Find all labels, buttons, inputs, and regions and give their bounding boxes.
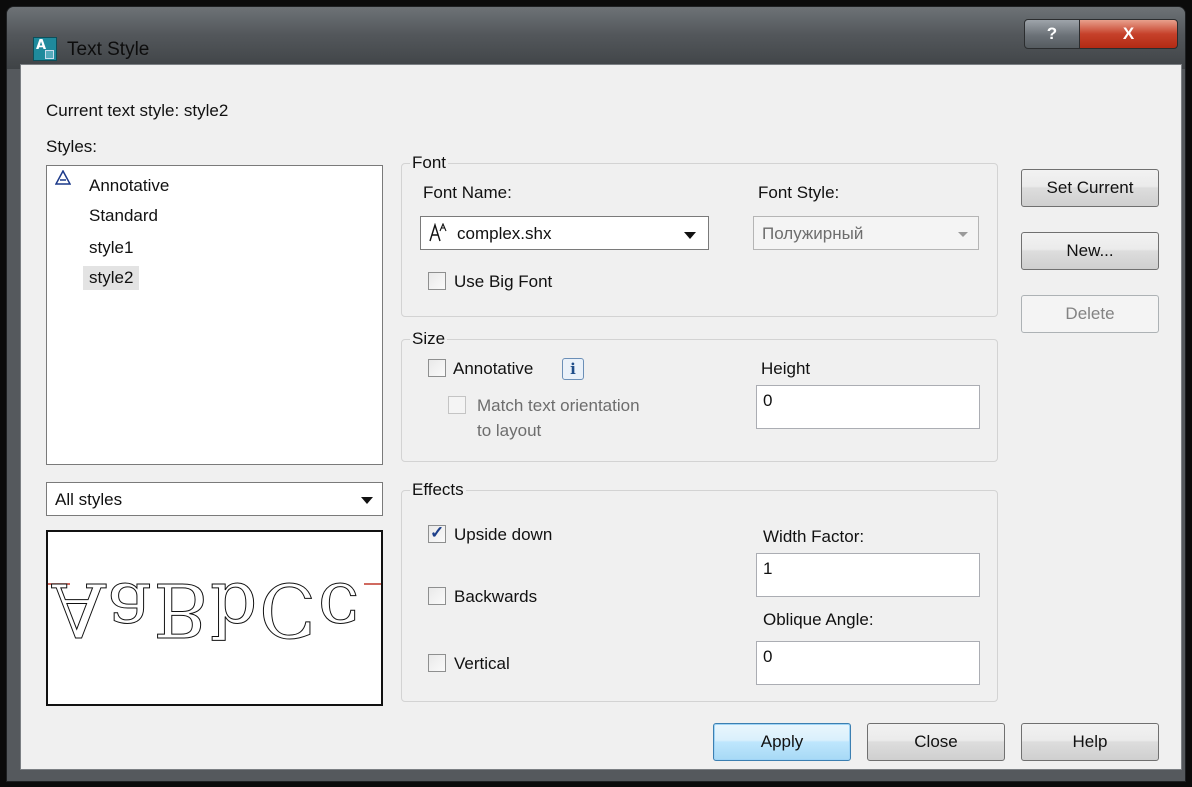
styles-filter-value: All styles xyxy=(55,490,123,509)
title-bar[interactable]: A Text Style ? X xyxy=(7,7,1185,69)
width-factor-value: 1 xyxy=(763,559,773,578)
annotative-icon xyxy=(54,169,72,191)
oblique-angle-label: Oblique Angle: xyxy=(763,610,874,629)
styles-filter-dropdown[interactable]: All styles xyxy=(46,482,383,516)
font-name-value: complex.shx xyxy=(457,224,552,243)
width-factor-input[interactable]: 1 xyxy=(756,553,980,597)
apply-button[interactable]: Apply xyxy=(713,723,851,761)
new-style-button[interactable]: New... xyxy=(1021,232,1159,270)
close-button[interactable]: Close xyxy=(867,723,1005,761)
oblique-angle-value: 0 xyxy=(763,647,773,666)
font-name-label: Font Name: xyxy=(423,183,512,202)
title-close-button[interactable]: X xyxy=(1079,19,1178,49)
set-current-button[interactable]: Set Current xyxy=(1021,169,1159,207)
list-item-annotative[interactable]: Annotative xyxy=(83,174,175,198)
width-factor-label: Width Factor: xyxy=(763,527,865,546)
annotative-label: Annotative xyxy=(453,359,534,378)
preview-canvas: AaBbCc xyxy=(48,566,381,653)
font-style-label: Font Style: xyxy=(758,183,840,202)
height-label: Height xyxy=(761,359,811,378)
size-group-title: Size xyxy=(410,329,448,349)
match-orientation-checkbox[interactable] xyxy=(448,396,466,414)
info-icon[interactable]: i xyxy=(562,358,584,380)
font-group-title: Font xyxy=(410,153,449,173)
font-name-dropdown[interactable]: complex.shx xyxy=(420,216,709,250)
vertical-checkbox[interactable] xyxy=(428,654,446,672)
oblique-angle-input[interactable]: 0 xyxy=(756,641,980,685)
checkmark-icon: ✓ xyxy=(430,523,445,542)
vertical-label: Vertical xyxy=(454,654,510,673)
backwards-label: Backwards xyxy=(454,587,538,606)
dialog-client-area: Current text style: style2 Styles: Annot… xyxy=(20,64,1182,770)
match-orientation-label: Match text orientation xyxy=(477,396,640,415)
chevron-down-icon[interactable] xyxy=(958,232,968,237)
shx-font-icon xyxy=(427,222,449,248)
preview-text: AaBbCc xyxy=(51,566,361,652)
use-big-font-label: Use Big Font xyxy=(454,272,553,291)
use-big-font-checkbox[interactable] xyxy=(428,272,446,290)
current-style-label: Current text style: style2 xyxy=(46,101,229,120)
styles-list[interactable]: Annotative Standard style1 style2 xyxy=(46,165,383,465)
annotative-checkbox[interactable] xyxy=(428,359,446,377)
upside-down-checkbox[interactable]: ✓ xyxy=(428,523,446,543)
match-orientation-label-line2: to layout xyxy=(477,421,542,440)
chevron-down-icon[interactable] xyxy=(684,232,696,239)
upside-down-label: Upside down xyxy=(454,525,553,544)
styles-label: Styles: xyxy=(46,137,98,156)
list-item-style2[interactable]: style2 xyxy=(83,266,140,290)
app-icon: A xyxy=(33,37,57,61)
font-style-dropdown[interactable]: Полужирный xyxy=(753,216,979,250)
list-item-standard[interactable]: Standard xyxy=(83,204,164,228)
list-item-style1[interactable]: style1 xyxy=(83,236,139,260)
backwards-checkbox[interactable] xyxy=(428,587,446,605)
chevron-down-icon[interactable] xyxy=(361,497,373,504)
title-help-button[interactable]: ? xyxy=(1024,19,1080,49)
effects-group-title: Effects xyxy=(410,480,466,500)
help-button[interactable]: Help xyxy=(1021,723,1159,761)
window-title: Text Style xyxy=(67,39,150,60)
style-preview: AaBbCc xyxy=(46,530,383,706)
height-value: 0 xyxy=(763,391,773,410)
delete-style-button[interactable]: Delete xyxy=(1021,295,1159,333)
font-style-value: Полужирный xyxy=(762,224,864,243)
height-input[interactable]: 0 xyxy=(756,385,980,429)
